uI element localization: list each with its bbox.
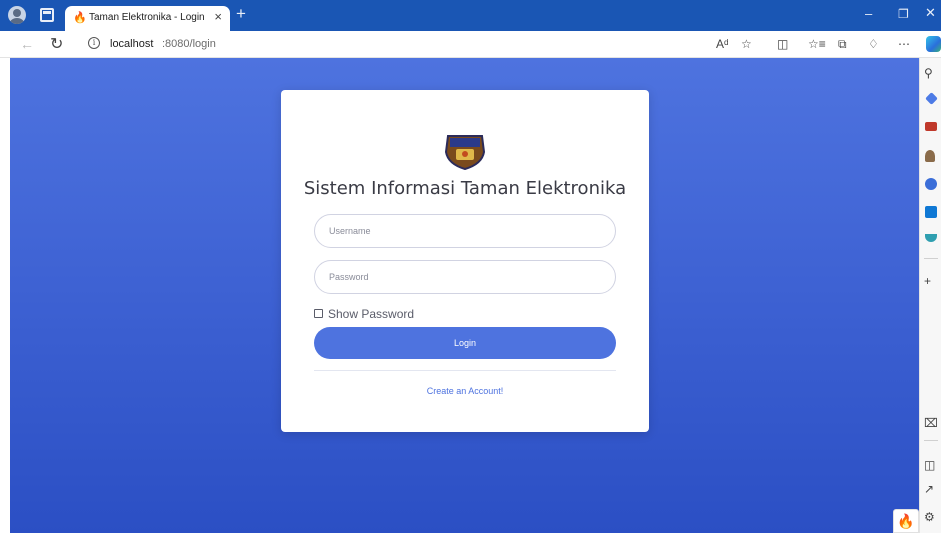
split-screen-icon[interactable]: ◫ bbox=[777, 37, 788, 51]
favorite-star-icon[interactable]: ☆ bbox=[741, 37, 752, 51]
screenshot-icon[interactable]: ⌧ bbox=[924, 416, 938, 430]
extensions-icon[interactable]: ♢ bbox=[868, 37, 879, 51]
shopping-tag-icon[interactable] bbox=[925, 92, 938, 105]
back-arrow-icon[interactable]: ← bbox=[20, 36, 34, 52]
shield-emblem-icon bbox=[444, 135, 486, 170]
flame-icon[interactable]: 🔥 bbox=[893, 509, 919, 533]
title-bar: 🔥 Taman Elektronika - Login × + – ❐ ✕ bbox=[0, 0, 941, 31]
external-icon[interactable]: ↗ bbox=[924, 482, 934, 496]
outlook-icon[interactable] bbox=[925, 206, 937, 218]
url-host[interactable]: localhost bbox=[110, 38, 153, 50]
password-input[interactable] bbox=[314, 260, 616, 294]
favorites-icon[interactable]: ☆≡ bbox=[808, 37, 826, 51]
show-password-checkbox[interactable] bbox=[314, 309, 323, 318]
tab-close-icon[interactable]: × bbox=[214, 10, 222, 24]
sidebar-separator bbox=[924, 258, 938, 259]
login-card: Sistem Informasi Taman Elektronika Show … bbox=[281, 90, 649, 432]
site-info-icon[interactable]: i bbox=[88, 37, 100, 49]
browser-tab[interactable]: 🔥 Taman Elektronika - Login × bbox=[65, 6, 230, 31]
sidebar-toggle-icon[interactable]: ◫ bbox=[924, 458, 935, 472]
address-bar: ← ↻ i localhost :8080/login Aᵈ ☆ ◫ ☆≡ ⧉ … bbox=[0, 31, 941, 58]
toolbox-icon[interactable] bbox=[925, 122, 937, 131]
flame-icon: 🔥 bbox=[73, 12, 87, 24]
add-icon[interactable]: + bbox=[924, 274, 931, 288]
tab-title: Taman Elektronika - Login bbox=[89, 12, 205, 23]
office-icon[interactable] bbox=[925, 178, 937, 190]
collections-icon[interactable]: ⧉ bbox=[838, 37, 847, 51]
page-title: Sistem Informasi Taman Elektronika bbox=[303, 178, 627, 199]
games-icon[interactable] bbox=[925, 150, 935, 162]
sidebar-separator bbox=[924, 440, 938, 441]
create-account-link[interactable]: Create an Account! bbox=[281, 386, 649, 396]
more-menu-icon[interactable]: ⋯ bbox=[898, 37, 910, 51]
new-tab-button[interactable]: + bbox=[236, 4, 246, 24]
login-button[interactable]: Login bbox=[314, 327, 616, 359]
refresh-icon[interactable]: ↻ bbox=[50, 34, 63, 54]
search-icon[interactable]: ⚲ bbox=[924, 66, 933, 80]
show-password-label[interactable]: Show Password bbox=[328, 307, 414, 321]
url-path[interactable]: :8080/login bbox=[162, 38, 216, 50]
divider bbox=[314, 370, 616, 371]
edge-sidebar: ⚲ + ⌧ ◫ ↗ ⚙ bbox=[919, 58, 941, 533]
read-aloud-icon[interactable]: Aᵈ bbox=[716, 37, 729, 51]
minimize-icon[interactable]: – bbox=[865, 6, 872, 21]
close-window-icon[interactable]: ✕ bbox=[925, 5, 936, 21]
drop-icon[interactable] bbox=[925, 234, 937, 242]
username-input[interactable] bbox=[314, 214, 616, 248]
profile-avatar-icon[interactable] bbox=[8, 6, 26, 24]
login-page-background: Sistem Informasi Taman Elektronika Show … bbox=[10, 58, 919, 533]
settings-icon[interactable]: ⚙ bbox=[924, 510, 935, 524]
copilot-icon[interactable] bbox=[926, 36, 941, 52]
tab-actions-icon[interactable] bbox=[40, 8, 54, 22]
restore-icon[interactable]: ❐ bbox=[898, 7, 909, 21]
